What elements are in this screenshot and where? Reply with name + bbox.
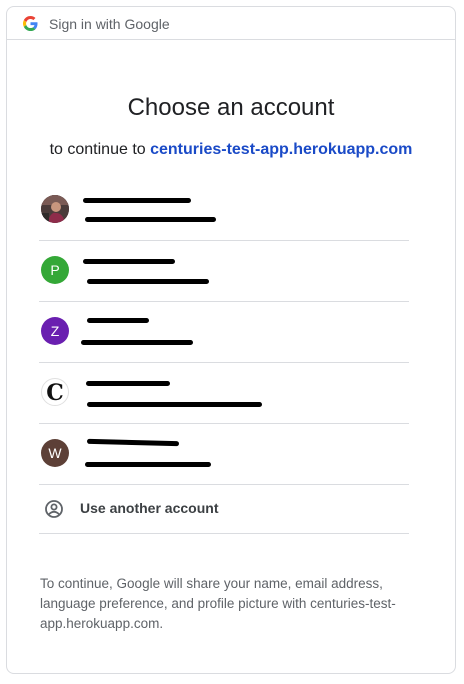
redacted-name	[83, 259, 175, 264]
redacted-name	[83, 198, 191, 203]
avatar: P	[41, 256, 69, 284]
account-item[interactable]: W	[39, 424, 409, 485]
avatar: C	[41, 378, 69, 406]
avatar: Z	[41, 317, 69, 345]
account-circle-icon	[44, 499, 64, 519]
redacted-email	[87, 279, 209, 284]
avatar	[41, 195, 69, 223]
account-item[interactable]: Z	[39, 302, 409, 363]
app-domain-link[interactable]: centuries-test-app.herokuapp.com	[150, 141, 412, 158]
top-bar: Sign in with Google	[7, 7, 455, 40]
redacted-email	[85, 217, 216, 222]
header-title: Sign in with Google	[49, 16, 170, 32]
consent-disclaimer: To continue, Google will share your name…	[40, 576, 396, 631]
redacted-name	[86, 438, 180, 447]
continue-prefix: to continue to	[49, 141, 151, 158]
avatar: W	[41, 439, 69, 467]
account-list: P Z C W Use another account	[39, 180, 409, 534]
google-g-icon	[23, 16, 38, 31]
redacted-email	[87, 402, 262, 407]
century-logo-icon: C	[46, 380, 64, 405]
account-item[interactable]: P	[39, 241, 409, 302]
use-another-account-label: Use another account	[80, 500, 219, 516]
redacted-email	[81, 340, 193, 345]
redacted-name	[86, 381, 170, 386]
redacted-name	[87, 318, 149, 323]
page-title: Choose an account	[127, 94, 335, 121]
redacted-email	[85, 462, 211, 467]
use-another-account-button[interactable]: Use another account	[39, 485, 409, 534]
continue-subtitle: to continue to centuries-test-app.heroku…	[7, 141, 455, 159]
account-item[interactable]	[39, 180, 409, 241]
account-item[interactable]: C	[39, 363, 409, 424]
